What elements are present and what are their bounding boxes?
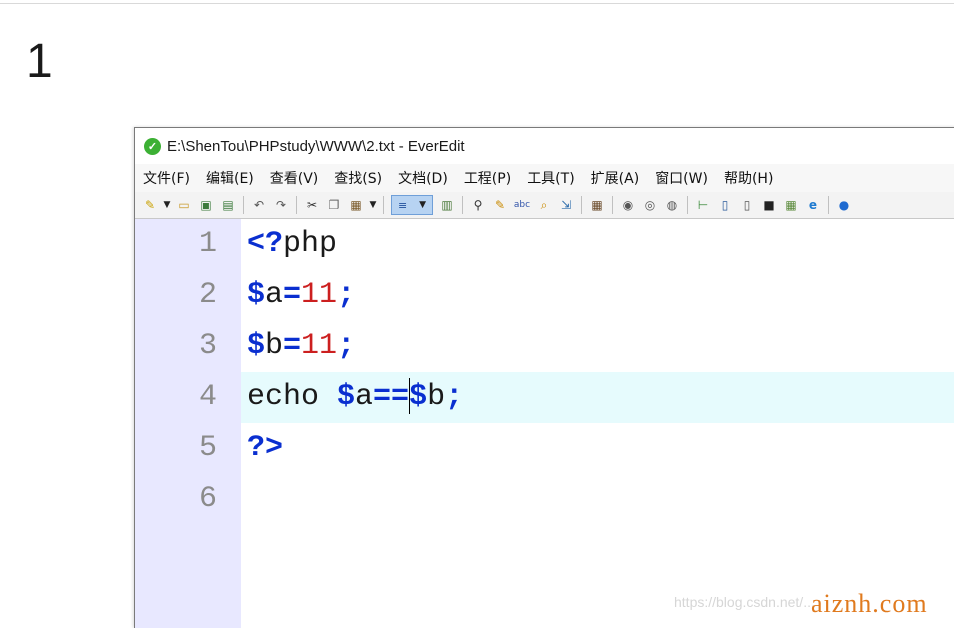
- play-icon[interactable]: ◎: [641, 196, 659, 214]
- top-divider: [0, 3, 954, 4]
- word-wrap-button[interactable]: ≡ ▼: [391, 195, 433, 215]
- tree-icon[interactable]: ⊢: [694, 196, 712, 214]
- find-icon[interactable]: ⚲: [469, 196, 487, 214]
- word-wrap-dropdown-icon: ▼: [419, 200, 427, 210]
- word-wrap-icon: ≡: [397, 198, 408, 212]
- code-token: ;: [445, 380, 464, 414]
- title-bar: ✓ E:\ShenTou\PHPstudy\WWW\2.txt - EverEd…: [135, 128, 954, 164]
- toolbar-separator: [383, 196, 384, 214]
- line-number-gutter: 1 2 3 4 5 6: [135, 219, 241, 628]
- toolbar-separator: [296, 196, 297, 214]
- page-number: 1: [26, 35, 53, 88]
- line-number: 2: [198, 278, 217, 312]
- toolbar-separator: [243, 196, 244, 214]
- everedit-window: ✓ E:\ShenTou\PHPstudy\WWW\2.txt - EverEd…: [134, 127, 954, 628]
- code-line: $b=11;: [247, 321, 355, 372]
- new-file-icon[interactable]: ✎: [141, 196, 159, 214]
- undo-icon[interactable]: ↶: [250, 196, 268, 214]
- code-token: echo: [247, 380, 338, 414]
- code-token: 11: [301, 329, 338, 363]
- paste-dropdown-icon[interactable]: ▼: [368, 196, 378, 214]
- code-token: =: [283, 278, 302, 312]
- code-token: ==: [373, 380, 410, 414]
- line-number: 4: [198, 380, 217, 414]
- line-number: 3: [198, 329, 217, 363]
- toolbar-separator: [462, 196, 463, 214]
- code-token: 11: [301, 278, 338, 312]
- toolbar-separator: [687, 196, 688, 214]
- code-text-area[interactable]: <?php $a=11; $b=11; echo $a==$b; ?>: [241, 219, 954, 628]
- everedit-logo-icon: ✓: [144, 137, 161, 155]
- code-token: b: [427, 380, 446, 414]
- menu-help[interactable]: 帮助(H): [724, 168, 773, 188]
- copy-icon[interactable]: ❐: [325, 196, 343, 214]
- code-token: $: [247, 278, 266, 312]
- watermark-brand: aiznh.com: [811, 589, 928, 618]
- toolbar-separator: [828, 196, 829, 214]
- menu-window[interactable]: 窗口(W): [655, 168, 708, 188]
- redo-icon[interactable]: ↷: [272, 196, 290, 214]
- code-token: $: [247, 329, 266, 363]
- panel-icon[interactable]: ▯: [716, 196, 734, 214]
- split-icon[interactable]: ▯: [738, 196, 756, 214]
- code-token: a: [355, 380, 374, 414]
- column-mode-icon[interactable]: ▥: [438, 196, 456, 214]
- code-token: $: [409, 380, 428, 414]
- spell-check-icon[interactable]: abc: [513, 196, 531, 214]
- code-token: b: [265, 329, 284, 363]
- code-token: $: [337, 380, 356, 414]
- code-token: ;: [337, 329, 356, 363]
- code-token: <?: [247, 227, 284, 261]
- cut-icon[interactable]: ✂: [303, 196, 321, 214]
- record-icon[interactable]: ◉: [619, 196, 637, 214]
- window-title: E:\ShenTou\PHPstudy\WWW\2.txt - EverEdit: [167, 137, 465, 155]
- line-number: 1: [198, 227, 217, 261]
- toolbar-separator: [581, 196, 582, 214]
- browser-icon[interactable]: e: [804, 196, 822, 214]
- toolbar: ✎ ▼ ▭ ▣ ▤ ↶ ↷ ✂ ❐ ▦ ▼ ≡ ▼ ▥ ⚲ ✎ abc ⌕ ⇲ ▦…: [135, 192, 954, 219]
- play-many-icon[interactable]: ◍: [663, 196, 681, 214]
- code-token: ;: [337, 278, 356, 312]
- menu-tools[interactable]: 工具(T): [527, 168, 574, 188]
- line-number: 6: [198, 482, 217, 516]
- menu-document[interactable]: 文档(D): [398, 168, 448, 188]
- macro-icon[interactable]: ▦: [588, 196, 606, 214]
- code-token: php: [283, 227, 338, 261]
- code-token: =: [283, 329, 302, 363]
- menu-view[interactable]: 查看(V): [270, 168, 319, 188]
- code-line: echo $a==$b;: [247, 372, 463, 423]
- toolbar-separator: [612, 196, 613, 214]
- menu-file[interactable]: 文件(F): [143, 168, 190, 188]
- code-token: a: [265, 278, 284, 312]
- code-line: $a=11;: [247, 270, 355, 321]
- code-token: ?>: [247, 431, 284, 465]
- goto-icon[interactable]: ⇲: [557, 196, 575, 214]
- save-icon[interactable]: ▣: [197, 196, 215, 214]
- find-in-files-icon[interactable]: ⌕: [535, 196, 553, 214]
- line-number: 5: [198, 431, 217, 465]
- watermark-url: https://blog.csdn.net/...: [674, 594, 815, 610]
- menu-project[interactable]: 工程(P): [464, 168, 511, 188]
- code-editor[interactable]: 1 2 3 4 5 6 <?php $a=11; $b=11; echo $a==$b…: [135, 219, 954, 628]
- grid-icon[interactable]: ▦: [782, 196, 800, 214]
- new-file-dropdown-icon[interactable]: ▼: [162, 196, 172, 214]
- open-icon[interactable]: ▭: [175, 196, 193, 214]
- save-all-icon[interactable]: ▤: [219, 196, 237, 214]
- menu-search[interactable]: 查找(S): [334, 168, 382, 188]
- help-icon[interactable]: ●: [835, 196, 853, 214]
- menu-extensions[interactable]: 扩展(A): [591, 168, 640, 188]
- paste-icon[interactable]: ▦: [347, 196, 365, 214]
- replace-icon[interactable]: ✎: [491, 196, 509, 214]
- code-line: ?>: [247, 423, 283, 474]
- code-line: <?php: [247, 219, 337, 270]
- terminal-icon[interactable]: ■: [760, 196, 778, 214]
- menu-bar: 文件(F) 编辑(E) 查看(V) 查找(S) 文档(D) 工程(P) 工具(T…: [135, 164, 954, 192]
- menu-edit[interactable]: 编辑(E): [206, 168, 254, 188]
